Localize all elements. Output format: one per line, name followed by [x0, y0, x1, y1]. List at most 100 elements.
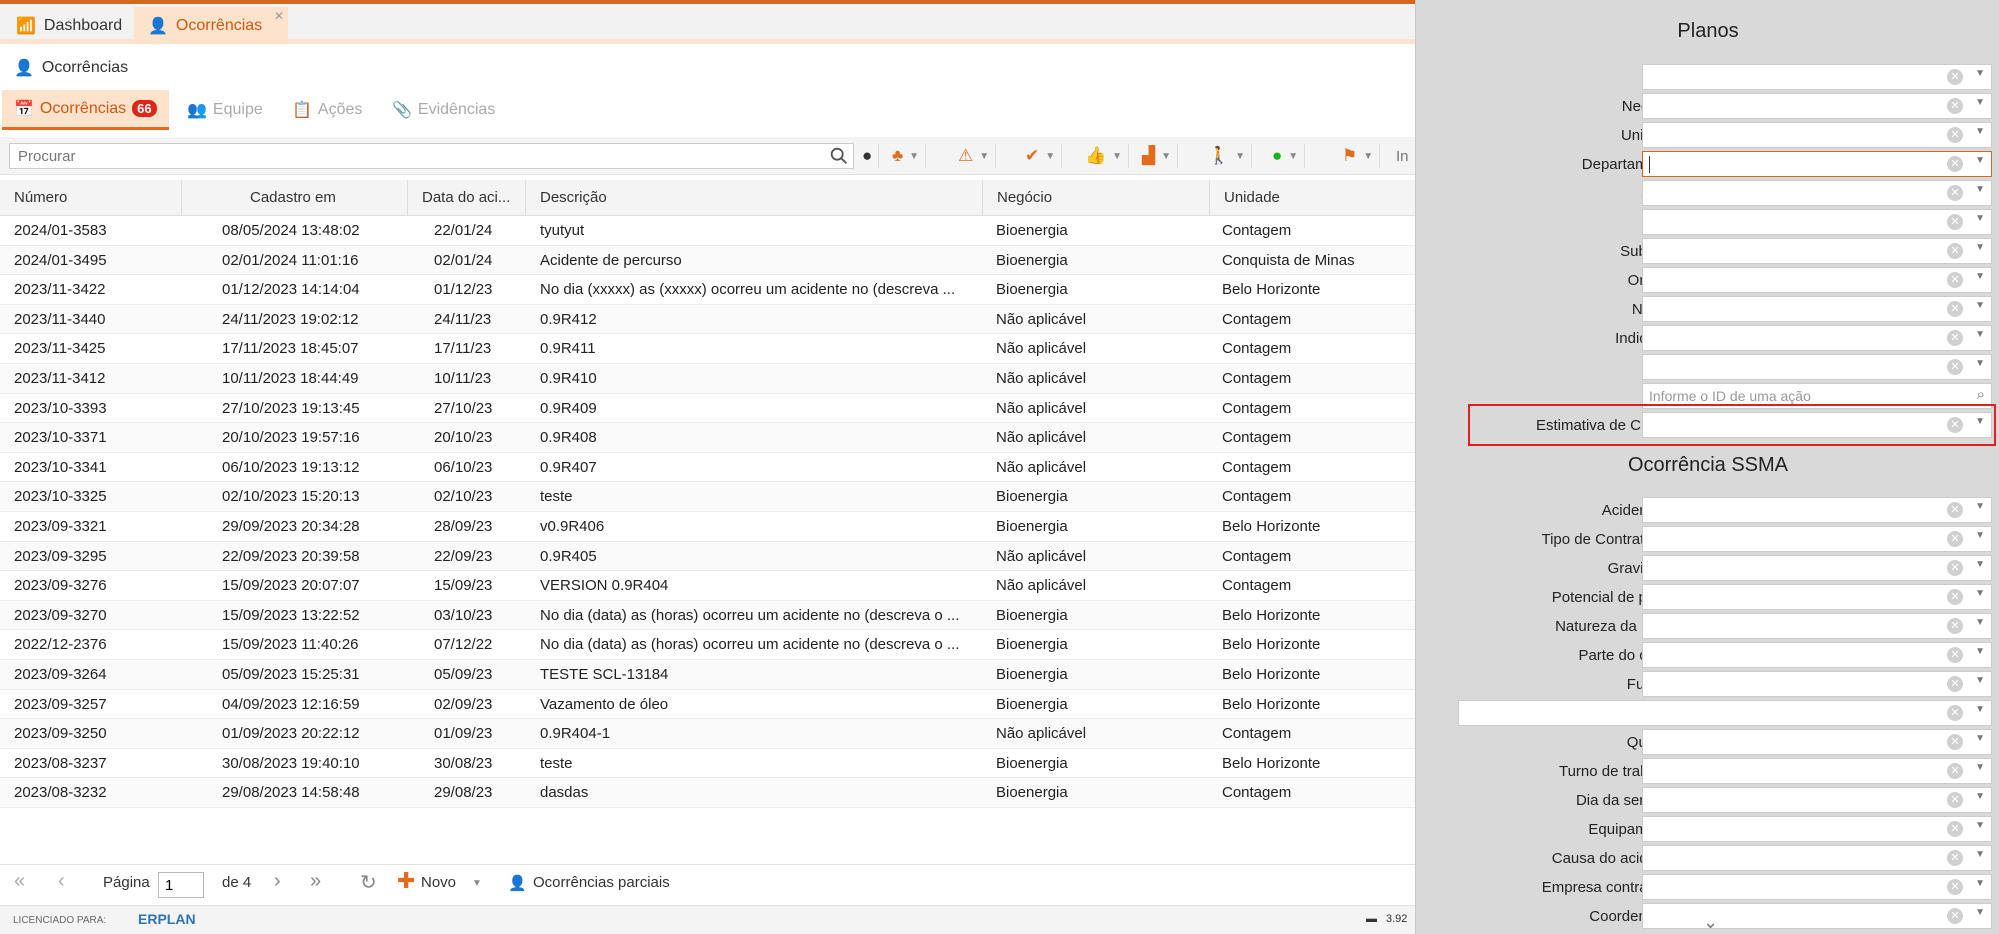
filter-combobox[interactable]: ✕ ▼ [1642, 122, 1992, 148]
level-filter-button[interactable]: ▟ ▼ [1142, 144, 1178, 168]
clear-icon[interactable]: ✕ [1947, 734, 1963, 750]
header-data[interactable]: Data do aci... [408, 180, 526, 216]
table-row[interactable]: 2023/09-3250 01/09/2023 20:22:12 01/09/23 0… [0, 719, 1415, 749]
clear-icon[interactable]: ✕ [1947, 156, 1963, 172]
chevron-down-icon[interactable]: ▼ [1975, 155, 1985, 166]
table-row[interactable]: 2023/09-3295 22/09/2023 20:39:58 22/09/23 0… [0, 541, 1415, 572]
table-row[interactable]: 2023/09-3321 29/09/2023 20:34:28 28/09/23 v… [0, 512, 1415, 542]
flag-filter-button[interactable]: ⚑ ▼ [1342, 144, 1381, 168]
check-filter-button[interactable]: ✔ ▼ [1025, 144, 1063, 168]
clear-icon[interactable]: ✕ [1947, 272, 1963, 288]
header-unidade[interactable]: Unidade [1210, 180, 1415, 216]
filter-combobox[interactable]: ✕ ▼ [1642, 180, 1992, 206]
filter-combobox[interactable]: ✕ ▼ [1642, 729, 1992, 755]
chevron-down-icon[interactable]: ▼ [1975, 907, 1985, 918]
table-row[interactable]: 2023/11-3440 24/11/2023 19:02:12 24/11/23 0… [0, 304, 1415, 335]
search-icon[interactable]: ⌕ [1977, 386, 1985, 403]
chevron-down-icon[interactable]: ▼ [1975, 97, 1985, 108]
filter-combobox[interactable]: ✕ ▼ [1642, 354, 1992, 380]
chevron-down-icon[interactable]: ▼ [472, 878, 482, 889]
next-page-icon[interactable]: › [274, 870, 281, 893]
chevron-down-icon[interactable]: ▼ [1975, 530, 1985, 541]
filter-combobox[interactable]: ✕ ▼ [1642, 209, 1992, 235]
clear-icon[interactable]: ✕ [1947, 908, 1963, 924]
clear-icon[interactable]: ✕ [1947, 330, 1963, 346]
filter-combobox[interactable]: ✕ ▼ [1642, 816, 1992, 842]
clear-icon[interactable]: ✕ [1947, 763, 1963, 779]
filter-combobox[interactable]: ✕ ▼ [1642, 671, 1992, 697]
chevron-down-icon[interactable]: ▼ [1975, 213, 1985, 224]
clear-icon[interactable]: ✕ [1947, 69, 1963, 85]
search-icon[interactable] [828, 145, 850, 167]
clear-icon[interactable]: ✕ [1947, 98, 1963, 114]
table-row[interactable]: 2023/11-3425 17/11/2023 18:45:07 17/11/23 0… [0, 334, 1415, 364]
clear-icon[interactable]: ✕ [1947, 850, 1963, 866]
table-row[interactable]: 2023/10-3325 02/10/2023 15:20:13 02/10/23 t… [0, 482, 1415, 512]
filter-combobox[interactable]: ✕ ▼ [1642, 758, 1992, 784]
clear-icon[interactable]: ✕ [1947, 589, 1963, 605]
clear-icon[interactable]: ✕ [1947, 792, 1963, 808]
chevron-down-icon[interactable]: ▼ [1975, 617, 1985, 628]
table-row[interactable]: 2023/09-3264 05/09/2023 15:25:31 05/09/23 T… [0, 659, 1415, 690]
filter-combobox[interactable]: ✕ ▼ [1642, 296, 1992, 322]
tab-ocorrencias[interactable]: 👤 Ocorrências ✕ [134, 7, 288, 44]
clear-icon[interactable]: ✕ [1947, 560, 1963, 576]
clear-icon[interactable]: ✕ [1947, 879, 1963, 895]
clear-icon[interactable]: ✕ [1947, 821, 1963, 837]
chevron-down-icon[interactable]: ▼ [1975, 791, 1985, 802]
table-row[interactable]: 2023/09-3257 04/09/2023 12:16:59 02/09/23 V… [0, 690, 1415, 720]
chevron-down-icon[interactable]: ▼ [1975, 126, 1985, 137]
group-filter-button[interactable]: ♣ ▼ [892, 144, 927, 168]
partial-occurrences-button[interactable]: Ocorrências parciais [533, 874, 670, 891]
clear-icon[interactable]: ✕ [1947, 618, 1963, 634]
chevron-down-icon[interactable]: ▼ [1975, 849, 1985, 860]
header-descricao[interactable]: Descrição [526, 180, 983, 216]
table-row[interactable]: 2023/10-3393 27/10/2023 19:13:45 27/10/23 0… [0, 394, 1415, 424]
chevron-down-icon[interactable]: ▼ [1975, 358, 1985, 369]
plus-icon[interactable]: ✚ [397, 868, 415, 894]
filter-combobox[interactable]: ✕ ▼ [1642, 497, 1992, 523]
filter-combobox[interactable]: ✕ ▼ [1642, 93, 1992, 119]
clear-icon[interactable]: ✕ [1947, 127, 1963, 143]
table-row[interactable]: 2023/10-3341 06/10/2023 19:13:12 06/10/23 0… [0, 453, 1415, 483]
filter-combobox[interactable]: ✕ ▼ [1642, 642, 1992, 668]
clear-icon[interactable]: ✕ [1947, 502, 1963, 518]
new-button[interactable]: Novo [421, 874, 456, 891]
filter-combobox[interactable]: ✕ ▼ [1642, 874, 1992, 900]
chevron-down-icon[interactable]: ▼ [1975, 646, 1985, 657]
alarm-filter-button[interactable]: ⚠ ▼ [958, 144, 997, 168]
clear-icon[interactable]: ✕ [1947, 214, 1963, 230]
tab-dashboard[interactable]: 📶 Dashboard [2, 7, 136, 44]
chevron-down-icon[interactable]: ▼ [1975, 820, 1985, 831]
clear-icon[interactable]: ✕ [1947, 185, 1963, 201]
chevron-down-icon[interactable]: ▼ [1975, 588, 1985, 599]
filter-combobox[interactable]: ✕ ▼ [1642, 613, 1992, 639]
page-input[interactable] [158, 872, 204, 898]
subtab-ocorrencias[interactable]: 📅 Ocorrências 66 [2, 90, 169, 130]
filter-combobox[interactable]: ✕ ▼ [1642, 151, 1992, 177]
person-filter-button[interactable]: ● [862, 144, 880, 168]
filter-combobox[interactable]: ✕ ▼ [1642, 787, 1992, 813]
table-row[interactable]: 2024/01-3495 02/01/2024 11:01:16 02/01/24 A… [0, 245, 1415, 276]
clear-icon[interactable]: ✕ [1947, 531, 1963, 547]
last-page-icon[interactable]: » [310, 870, 321, 893]
chevron-down-icon[interactable]: ▼ [1975, 762, 1985, 773]
chevron-down-icon[interactable]: ▼ [1975, 733, 1985, 744]
close-icon[interactable]: ✕ [274, 9, 284, 23]
chevron-down-icon[interactable]: ▼ [1975, 271, 1985, 282]
filter-combobox[interactable]: ✕ ▼ [1642, 526, 1992, 552]
table-row[interactable]: 2023/08-3232 29/08/2023 14:58:48 29/08/23 d… [0, 778, 1415, 808]
table-row[interactable]: 2023/09-3276 15/09/2023 20:07:07 15/09/23 V… [0, 571, 1415, 601]
clear-icon[interactable]: ✕ [1947, 301, 1963, 317]
scroll-down-icon[interactable]: ⌄ [1703, 912, 1718, 933]
filter-combobox[interactable]: ✕ ▼ [1642, 267, 1992, 293]
filter-combobox[interactable]: ✕ ▼ [1642, 555, 1992, 581]
clear-icon[interactable]: ✕ [1947, 676, 1963, 692]
chevron-down-icon[interactable]: ▼ [1975, 242, 1985, 253]
table-row[interactable]: 2023/11-3412 10/11/2023 18:44:49 10/11/23 0… [0, 363, 1415, 394]
clear-icon[interactable]: ✕ [1947, 705, 1963, 721]
filter-combobox[interactable]: ✕ ▼ [1642, 584, 1992, 610]
table-row[interactable]: 2023/10-3371 20/10/2023 19:57:16 20/10/23 0… [0, 423, 1415, 453]
chevron-down-icon[interactable]: ▼ [1975, 675, 1985, 686]
status-filter-button[interactable]: ● ▼ [1272, 144, 1306, 168]
